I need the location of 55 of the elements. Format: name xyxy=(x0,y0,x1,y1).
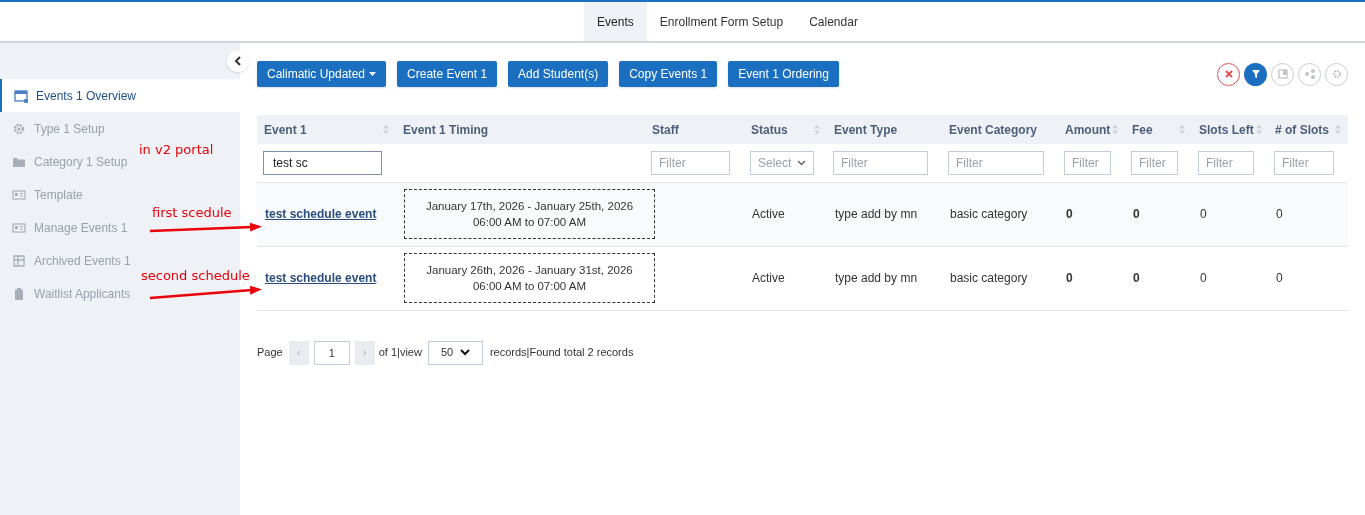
filter-field[interactable]: Filter xyxy=(948,150,1044,175)
annotation-text: second schedule xyxy=(141,269,250,283)
column-header[interactable]: Staff xyxy=(652,120,737,139)
timing-text: January 26th, 2026 - January 31st, 2026 xyxy=(426,263,633,278)
column-header[interactable]: Amount xyxy=(1065,120,1118,139)
per-page-select[interactable]: 50 xyxy=(427,340,483,365)
table-cell: basic category xyxy=(950,271,1028,285)
column-header[interactable]: Event Type xyxy=(834,120,935,139)
table-cell: 0 xyxy=(1200,271,1207,285)
filter-field[interactable]: Filter xyxy=(1274,150,1334,175)
filter-field[interactable]: Filter xyxy=(1198,150,1254,175)
records-summary-text: records|Found total 2 records xyxy=(489,345,634,361)
page-count-text: of 1|view xyxy=(378,345,422,361)
toolbar-button[interactable]: Event 1 Ordering xyxy=(728,61,839,87)
tab[interactable]: Calendar xyxy=(796,2,871,41)
column-header[interactable]: Event 1 Timing xyxy=(403,120,638,139)
table-cell: 0 xyxy=(1276,207,1283,221)
page-field[interactable]: 1 xyxy=(313,340,350,365)
column-header[interactable]: # of Slots xyxy=(1275,120,1341,139)
table-cell: 0 xyxy=(1133,271,1140,285)
filter-field[interactable]: test sc xyxy=(263,150,382,175)
timing-text: 06:00 AM to 07:00 AM xyxy=(472,279,587,294)
toolbar-button[interactable]: Add Student(s) xyxy=(508,61,609,87)
toolbar-button[interactable]: Copy Events 1 xyxy=(619,61,718,87)
annotation-text: first scedule xyxy=(152,206,232,220)
column-header[interactable]: Event 1 xyxy=(264,120,389,139)
table-cell: 0 xyxy=(1200,207,1207,221)
timing-text: 06:00 AM to 07:00 AM xyxy=(472,215,587,230)
table-cell: Active xyxy=(752,271,785,285)
table-cell: type add by mn xyxy=(835,271,918,285)
table-cell: Active xyxy=(752,207,785,221)
column-header[interactable]: Status xyxy=(751,120,820,139)
filter-field[interactable]: Filter xyxy=(833,150,928,175)
filter-field[interactable]: Filter xyxy=(1064,150,1111,175)
table-cell: 0 xyxy=(1276,271,1283,285)
tab[interactable]: Events xyxy=(584,2,647,41)
timing-text: January 17th, 2026 - January 25th, 2026 xyxy=(425,199,634,214)
event-link[interactable]: test schedule event xyxy=(265,207,377,221)
table-cell: type add by mn xyxy=(835,207,918,221)
filter-field[interactable]: Filter xyxy=(1131,150,1178,175)
column-header[interactable]: Event Category xyxy=(949,120,1051,139)
event-link[interactable]: test schedule event xyxy=(265,271,377,285)
table-cell: 0 xyxy=(1133,207,1140,221)
table-cell: basic category xyxy=(950,207,1028,221)
sidebar-item[interactable]: Events 1 Overview xyxy=(0,79,240,112)
table-cell: 0 xyxy=(1066,207,1073,221)
annotation-text: in v2 portal xyxy=(139,143,214,157)
column-header[interactable]: Fee xyxy=(1132,120,1185,139)
tab[interactable]: Enrollment Form Setup xyxy=(646,2,797,41)
table-cell: 0 xyxy=(1066,271,1073,285)
toolbar-button[interactable]: Calimatic Updated xyxy=(257,61,387,87)
page-label: Page xyxy=(257,345,283,361)
filter-field[interactable]: Filter xyxy=(651,150,730,175)
column-header[interactable]: Slots Left xyxy=(1199,120,1261,139)
toolbar-button[interactable]: Create Event 1 xyxy=(397,61,498,87)
